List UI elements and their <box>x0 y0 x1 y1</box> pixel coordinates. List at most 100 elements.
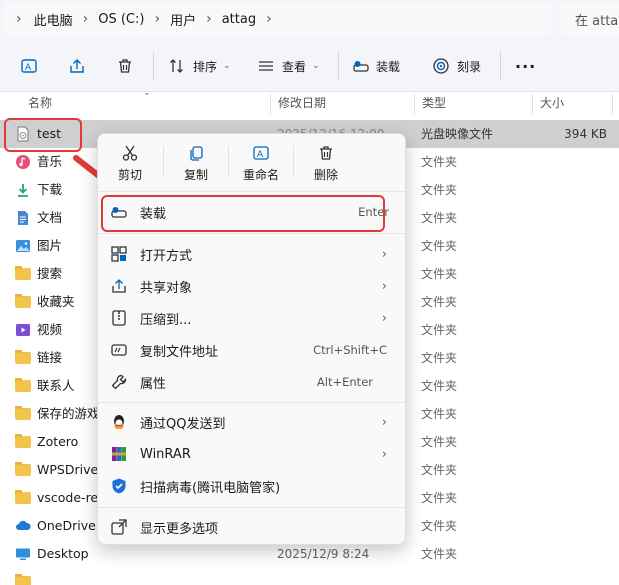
column-size-label: 大小 <box>540 96 565 110</box>
chevron-right-icon: › <box>266 11 272 27</box>
address-bar[interactable]: › 此电脑 › OS (C:) › 用户 › attag › <box>4 2 552 36</box>
folder-type: 文件夹 <box>421 407 458 421</box>
chevron-right-icon: › <box>381 446 387 462</box>
chevron-down-icon: ⌄ <box>312 61 320 71</box>
column-type[interactable]: 类型 <box>414 92 532 116</box>
menu-item-copy-path[interactable]: 复制文件地址 Ctrl+Shift+C <box>102 335 401 365</box>
pictures-folder-icon <box>15 238 31 254</box>
file-type: 光盘映像文件 <box>421 127 494 141</box>
burn-label: 刻录 <box>457 59 482 74</box>
winrar-icon <box>110 445 128 463</box>
more-icon: ··· <box>515 56 537 76</box>
folder-icon <box>15 266 31 282</box>
menu-item-label: 共享对象 <box>140 280 193 296</box>
download-folder-icon <box>15 182 31 198</box>
chevron-right-icon: › <box>154 11 161 27</box>
menu-item-winrar[interactable]: WinRAR › <box>102 439 401 469</box>
column-size[interactable]: 大小 <box>532 92 612 116</box>
menu-item-open-with[interactable]: 打开方式 › <box>102 239 401 269</box>
rename-button[interactable]: A 重命名 <box>235 144 287 188</box>
sort-button[interactable]: 排序 ⌄ <box>168 40 231 92</box>
menu-item-label: 通过QQ发送到 <box>140 416 226 432</box>
view-label: 查看 <box>282 59 307 74</box>
highlight-mount-item <box>101 195 385 232</box>
menu-item-label: 属性 <box>140 376 167 392</box>
folder-icon <box>15 350 31 366</box>
folder-type: 文件夹 <box>421 379 458 393</box>
ctx-divider <box>98 402 405 403</box>
column-divider[interactable] <box>612 94 613 114</box>
menu-item-more-options[interactable]: 显示更多选项 <box>102 512 401 542</box>
command-bar: A 排序 ⌄ 查看 ⌄ 装载 刻录 ··· <box>0 40 619 92</box>
scissors-icon <box>122 145 138 161</box>
context-menu: 剪切 复制 A 重命名 删除 装载 Enter 打开方式 › 共享对象 › 压缩… <box>97 133 406 545</box>
folder-icon <box>15 574 31 585</box>
cut-button[interactable]: 剪切 <box>104 144 156 188</box>
onedrive-icon <box>15 518 31 534</box>
ctx-divider <box>228 146 229 176</box>
ctx-divider <box>163 146 164 176</box>
breadcrumb-attag[interactable]: attag <box>222 12 256 27</box>
folder-type: 文件夹 <box>421 323 458 337</box>
more-button[interactable]: ··· <box>515 40 536 92</box>
menu-item-label: 复制文件地址 <box>140 344 219 360</box>
menu-item-label: 压缩到... <box>140 312 192 328</box>
folder-type: 文件夹 <box>421 239 458 253</box>
view-button[interactable]: 查看 ⌄ <box>257 40 320 92</box>
menu-item-label: WinRAR <box>140 446 191 462</box>
rename-label: 重命名 <box>242 168 279 182</box>
column-name-label: 名称 <box>28 96 53 110</box>
chevron-right-icon: › <box>381 414 387 430</box>
copy-path-icon <box>110 341 128 359</box>
menu-item-virus-scan[interactable]: 扫描病毒(腾讯电脑管家) <box>102 471 401 501</box>
address-bar-row: › 此电脑 › OS (C:) › 用户 › attag › 在 attag <box>0 0 619 40</box>
ctx-divider <box>98 233 405 234</box>
column-date[interactable]: 修改日期 <box>270 92 414 116</box>
folder-type: 文件夹 <box>421 211 458 225</box>
burn-button[interactable]: 刻录 <box>432 40 481 92</box>
menu-item-share[interactable]: 共享对象 › <box>102 271 401 301</box>
column-date-label: 修改日期 <box>278 96 327 110</box>
search-placeholder: 在 attag <box>575 13 619 29</box>
menu-item-shortcut: Alt+Enter <box>316 375 373 389</box>
chevron-right-icon: › <box>381 246 387 262</box>
burn-disc-icon <box>433 58 449 74</box>
copy-button[interactable]: 复制 <box>170 144 222 188</box>
folder-type: 文件夹 <box>421 463 458 477</box>
trash-icon <box>119 59 131 73</box>
documents-folder-icon <box>15 210 31 226</box>
folder-type: 文件夹 <box>421 267 458 281</box>
mount-icon <box>353 61 369 72</box>
cut-label: 剪切 <box>117 168 142 182</box>
folder-row-partial[interactable] <box>0 568 619 585</box>
rename-toolbar-button[interactable]: A <box>20 40 38 92</box>
mount-label: 装载 <box>376 59 401 74</box>
folder-icon <box>15 462 31 478</box>
chevron-down-icon: ⌄ <box>223 61 231 71</box>
breadcrumb-users[interactable]: 用户 <box>170 10 196 29</box>
mount-toolbar-button[interactable]: 装载 <box>352 40 400 92</box>
folder-type: 文件夹 <box>421 519 458 533</box>
menu-item-properties[interactable]: 属性 Alt+Enter <box>102 367 401 397</box>
context-quick-actions: 剪切 复制 A 重命名 删除 <box>98 134 405 190</box>
menu-item-send-qq[interactable]: 通过QQ发送到 › <box>102 407 401 437</box>
menu-item-shortcut: Ctrl+Shift+C <box>313 343 387 357</box>
ctx-divider <box>98 191 405 192</box>
copy-icon <box>190 146 203 161</box>
menu-item-label: 打开方式 <box>140 248 193 264</box>
menu-item-compress[interactable]: 压缩到... › <box>102 303 401 333</box>
toolbar-divider <box>153 52 154 80</box>
breadcrumb-os-c[interactable]: OS (C:) <box>98 12 144 27</box>
file-size: 394 KB <box>564 127 607 141</box>
folder-type: 文件夹 <box>421 547 458 561</box>
delete-toolbar-button[interactable] <box>116 40 134 92</box>
chevron-right-icon: › <box>381 278 387 294</box>
share-toolbar-button[interactable] <box>68 40 86 92</box>
folder-icon <box>15 406 31 422</box>
breadcrumb-this-pc[interactable]: 此电脑 <box>34 10 73 29</box>
delete-button[interactable]: 删除 <box>300 144 352 188</box>
column-header: 名称 ⌄ 修改日期 类型 大小 <box>0 88 619 116</box>
search-input[interactable]: 在 attag <box>560 2 619 36</box>
folder-icon <box>15 434 31 450</box>
menu-item-label: 显示更多选项 <box>140 521 219 537</box>
